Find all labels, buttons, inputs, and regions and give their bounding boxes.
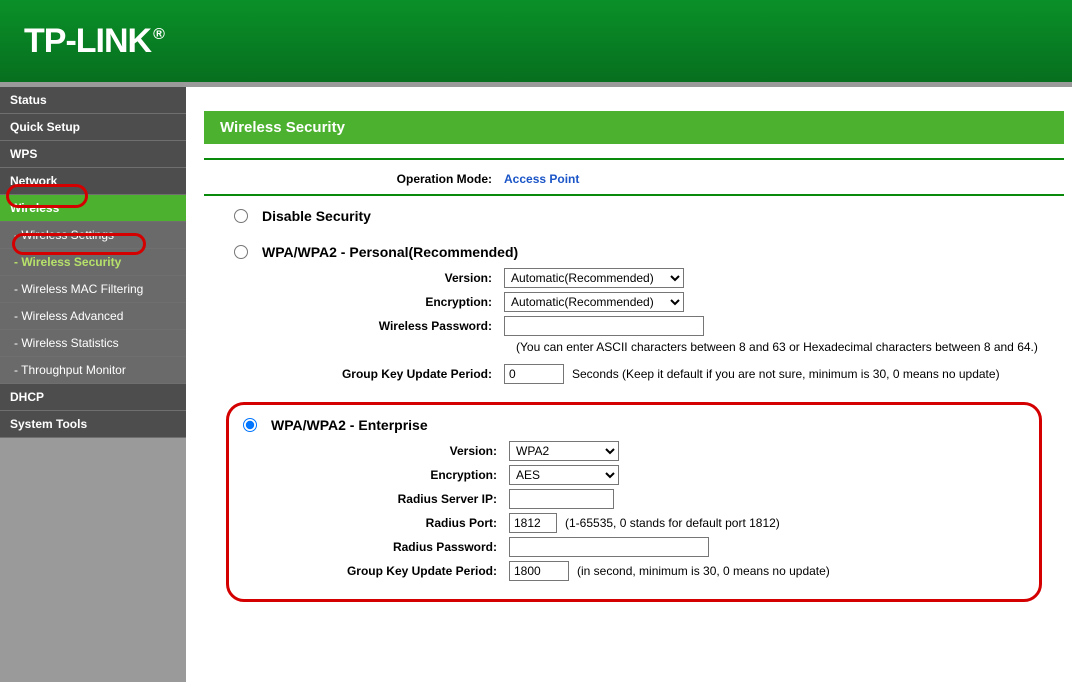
page-title: Wireless Security	[204, 111, 1064, 144]
sidebar-item-dhcp[interactable]: DHCP	[0, 384, 186, 411]
sidebar-sub-wireless-mac-filtering[interactable]: - Wireless MAC Filtering	[0, 276, 186, 303]
sidebar-sub-wireless-advanced[interactable]: - Wireless Advanced	[0, 303, 186, 330]
disable-security-label: Disable Security	[262, 208, 371, 224]
wireless-password-input[interactable]	[504, 316, 704, 336]
personal-gkup-hint: Seconds (Keep it default if you are not …	[572, 367, 1000, 381]
wpa-enterprise-title: WPA/WPA2 - Enterprise	[271, 417, 428, 433]
ent-version-select[interactable]: WPA2	[509, 441, 619, 461]
sidebar-sub-wireless-security[interactable]: - Wireless Security	[0, 249, 186, 276]
enterprise-highlight-box: WPA/WPA2 - Enterprise Version: WPA2 Encr…	[226, 402, 1042, 602]
radius-ip-input[interactable]	[509, 489, 614, 509]
ent-gkup-label: Group Key Update Period:	[243, 564, 509, 578]
personal-gkup-label: Group Key Update Period:	[204, 367, 504, 381]
sidebar-sub-throughput-monitor[interactable]: - Throughput Monitor	[0, 357, 186, 384]
sidebar-item-system-tools[interactable]: System Tools	[0, 411, 186, 438]
ent-encryption-select[interactable]: AES	[509, 465, 619, 485]
radius-port-hint: (1-65535, 0 stands for default port 1812…	[565, 516, 780, 530]
operation-mode-label: Operation Mode:	[204, 172, 504, 186]
ent-encryption-label: Encryption:	[243, 468, 509, 482]
ent-version-label: Version:	[243, 444, 509, 458]
sidebar-item-status[interactable]: Status	[0, 87, 186, 114]
radius-pwd-label: Radius Password:	[243, 540, 509, 554]
ent-gkup-hint: (in second, minimum is 30, 0 means no up…	[577, 564, 830, 578]
radius-ip-label: Radius Server IP:	[243, 492, 509, 506]
registered-icon: ®	[153, 26, 164, 43]
sidebar-item-wps[interactable]: WPS	[0, 141, 186, 168]
wireless-password-label: Wireless Password:	[204, 319, 504, 333]
personal-gkup-input[interactable]	[504, 364, 564, 384]
divider	[204, 158, 1064, 160]
wireless-password-hint: (You can enter ASCII characters between …	[516, 340, 1064, 354]
radius-pwd-input[interactable]	[509, 537, 709, 557]
sidebar-item-wireless[interactable]: Wireless	[0, 195, 186, 222]
sidebar-item-quick-setup[interactable]: Quick Setup	[0, 114, 186, 141]
brand-logo: TP-LINK®	[24, 22, 164, 61]
ent-gkup-input[interactable]	[509, 561, 569, 581]
personal-version-select[interactable]: Automatic(Recommended)	[504, 268, 684, 288]
main-content: Wireless Security Operation Mode: Access…	[186, 87, 1072, 682]
radio-disable-security[interactable]	[234, 209, 248, 223]
personal-encryption-select[interactable]: Automatic(Recommended)	[504, 292, 684, 312]
wpa-personal-title: WPA/WPA2 - Personal(Recommended)	[262, 244, 518, 260]
sidebar-item-network[interactable]: Network	[0, 168, 186, 195]
brand-text: TP-LINK	[24, 22, 151, 60]
personal-version-label: Version:	[204, 271, 504, 285]
sidebar-sub-wireless-statistics[interactable]: - Wireless Statistics	[0, 330, 186, 357]
radio-wpa-personal[interactable]	[234, 245, 248, 259]
radius-port-label: Radius Port:	[243, 516, 509, 530]
divider	[204, 194, 1064, 196]
radius-port-input[interactable]	[509, 513, 557, 533]
header: TP-LINK®	[0, 0, 1072, 87]
sidebar-sub-wireless-settings[interactable]: - Wireless Settings	[0, 222, 186, 249]
operation-mode-link[interactable]: Access Point	[504, 172, 579, 186]
sidebar: Status Quick Setup WPS Network Wireless …	[0, 87, 186, 682]
personal-encryption-label: Encryption:	[204, 295, 504, 309]
radio-wpa-enterprise[interactable]	[243, 418, 257, 432]
